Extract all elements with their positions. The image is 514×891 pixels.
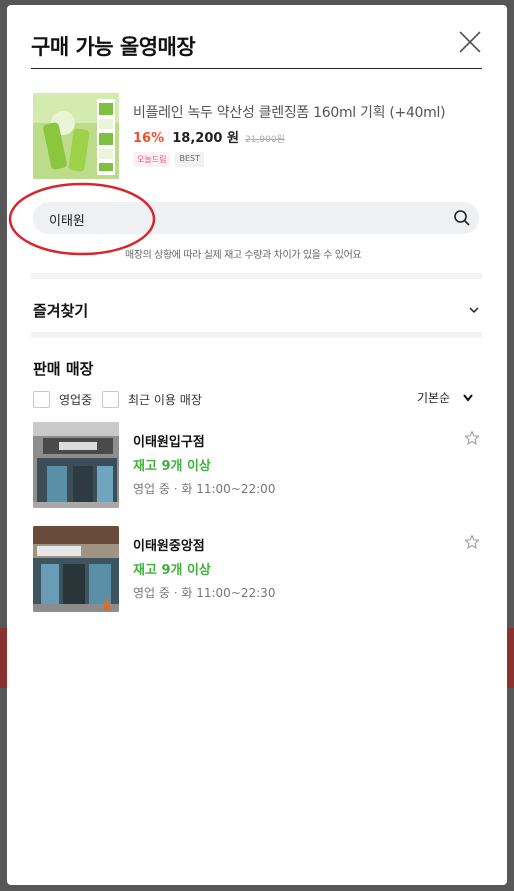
chevron-down-icon xyxy=(469,307,479,314)
favorites-label: 즐겨찾기 xyxy=(33,302,89,320)
filter-open-now[interactable]: 영업중 xyxy=(33,390,92,409)
store-hours: 영업 중 · 화 11:00~22:00 xyxy=(133,482,276,496)
filter-open-now-label: 영업중 xyxy=(59,393,93,407)
product-image xyxy=(33,93,119,179)
sort-label: 기본순 xyxy=(417,391,451,405)
search-icon[interactable] xyxy=(453,209,471,227)
stock-status: 재고 9개 이상 xyxy=(133,459,211,474)
filter-recent-store-label: 최근 이용 매장 xyxy=(128,393,202,407)
favorites-toggle[interactable]: 즐겨찾기 xyxy=(31,289,482,331)
section-divider xyxy=(31,273,482,279)
badge-today-delivery: 오늘드림 xyxy=(133,152,171,167)
sort-dropdown[interactable]: 기본순 xyxy=(417,389,474,406)
star-icon[interactable] xyxy=(464,430,480,446)
section-divider xyxy=(31,332,482,338)
recent-store-checkbox[interactable] xyxy=(102,391,119,408)
original-price: 21,900원 xyxy=(245,135,285,145)
stores-section-title: 판매 매장 xyxy=(33,360,94,378)
modal-title: 구매 가능 올영매장 xyxy=(31,35,196,59)
close-button[interactable] xyxy=(457,29,483,55)
stock-notice: 매장의 상황에 따라 실제 재고 수량과 차이가 있을 수 있어요 xyxy=(125,250,362,261)
background-content xyxy=(507,628,514,688)
store-photo xyxy=(33,422,119,508)
store-item[interactable]: 이태원중앙점 재고 9개 이상 영업 중 · 화 11:00~22:30 xyxy=(33,526,482,612)
discount-rate: 16% xyxy=(133,131,165,146)
title-divider xyxy=(31,68,482,69)
store-name: 이태원입구점 xyxy=(133,435,205,450)
filter-recent-store[interactable]: 최근 이용 매장 xyxy=(102,390,202,409)
stock-status: 재고 9개 이상 xyxy=(133,563,211,578)
store-availability-modal: 구매 가능 올영매장 비플레인 녹두 약산성 클렌징폼 160ml 기획 (+4… xyxy=(7,5,507,885)
product-name: 비플레인 녹두 약산성 클렌징폼 160ml 기획 (+40ml) xyxy=(133,105,446,121)
store-search-input[interactable] xyxy=(47,208,441,230)
background-content xyxy=(0,628,7,688)
price-row: 16% 18,200 원 21,900원 xyxy=(133,127,285,146)
store-item[interactable]: 이태원입구점 재고 9개 이상 영업 중 · 화 11:00~22:00 xyxy=(33,422,482,508)
close-icon xyxy=(459,31,481,53)
store-photo xyxy=(33,526,119,612)
badge-best: BEST xyxy=(175,152,204,167)
store-search-box xyxy=(33,202,479,234)
open-now-checkbox[interactable] xyxy=(33,391,50,408)
chevron-down-icon xyxy=(463,393,473,402)
store-name: 이태원중앙점 xyxy=(133,539,205,554)
product-badges: 오늘드림 BEST xyxy=(133,152,204,167)
star-icon[interactable] xyxy=(464,534,480,550)
sale-price: 18,200 원 xyxy=(172,131,239,146)
store-hours: 영업 중 · 화 11:00~22:30 xyxy=(133,586,276,600)
